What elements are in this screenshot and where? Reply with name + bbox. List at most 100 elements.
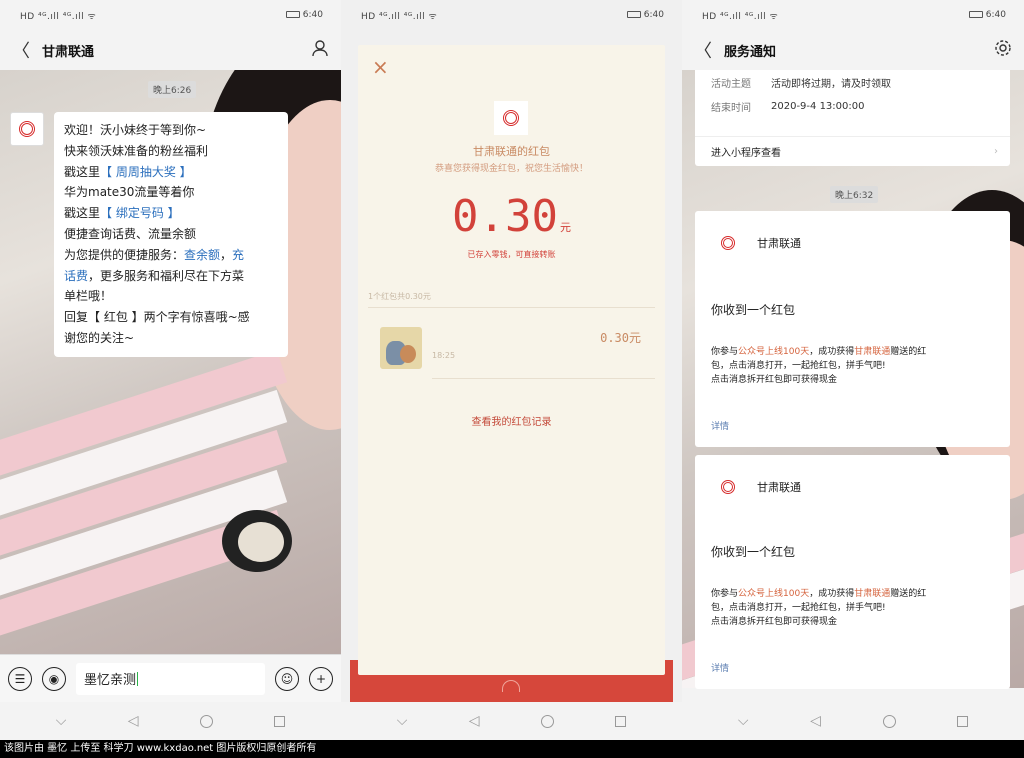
bind-number-link[interactable]: 【 绑定号码 】 [100,206,180,220]
packet-note: 已存入零钱，可直接转账 [467,250,556,259]
recents-icon[interactable] [615,715,627,727]
back-icon[interactable]: 〈 [694,37,712,63]
system-nav-bar: ⌵ ◁ [0,702,341,740]
signal-icons: HD ⁴ᴳ.ıll ⁴ᴳ.ıll ᯤ [20,11,97,22]
packet-amount: 0.30 元 [452,191,571,242]
recents-icon[interactable] [274,715,286,727]
notice-card-packet[interactable]: 甘肃联通 你收到一个红包 你参与公众号上线100天，成功获得甘肃联通赠送的红 包… [695,455,1010,689]
divider [368,307,655,308]
weekly-lottery-link[interactable]: 【 周周抽大奖 】 [100,165,192,179]
message-time: 晚上6:32 [830,186,879,203]
card-sender: 甘肃联通 [711,477,801,497]
status-time: 6:40 [626,10,664,20]
message-input[interactable]: 墨忆亲测 [76,662,265,695]
message-line: 话费，更多服务和福利尽在下方菜 [64,268,245,283]
chevron-down-icon[interactable]: ⌵ [56,713,67,729]
card-sender: 甘肃联通 [711,233,801,253]
china-unicom-logo [19,121,35,137]
row-amount: 0.30元 [600,331,641,345]
row-time: 18:25 [432,351,456,360]
china-unicom-logo [711,477,745,497]
packet-count: 1个红包共0.30元 [368,292,431,301]
battery-icon [626,11,641,18]
card-title: 你收到一个红包 [711,545,796,559]
recharge-link[interactable]: 充 [232,248,244,262]
person-icon[interactable] [311,39,329,61]
message-line: 便捷查询话费、流量余额 [64,226,197,241]
china-unicom-logo [494,101,528,135]
back-triangle-icon[interactable]: ◁ [128,713,139,729]
menu-list-icon[interactable]: ☰ [8,666,32,691]
emoji-icon[interactable]: ☺ [275,666,299,691]
back-triangle-icon[interactable]: ◁ [469,713,480,729]
battery-icon [968,11,983,18]
card-title: 你收到一个红包 [711,303,796,317]
close-icon[interactable]: × [372,55,389,79]
voice-icon[interactable]: ◉ [42,666,66,691]
red-packet-card: × 甘肃联通的红包 恭喜您获得现金红包，祝您生活愉快！ 0.30 元 已存入零钱，… [358,45,665,675]
home-icon[interactable] [882,714,896,728]
recents-icon[interactable] [957,715,969,727]
divider [432,378,655,379]
status-bar: HD ⁴ᴳ.ıll ⁴ᴳ.ıll ᯤ 6:40 [0,0,341,30]
chevron-right-icon: › [994,146,998,157]
status-bar: HD ⁴ᴳ.ıll ⁴ᴳ.ıll ᯤ 6:40 [341,0,682,30]
back-triangle-icon[interactable]: ◁ [810,713,821,729]
service-notice-screen: HD ⁴ᴳ.ıll ⁴ᴳ.ıll ᯤ 6:40 〈 服务通知 活动主题 活动即将过… [682,0,1024,740]
message-line: 戳这里【 绑定号码 】 [64,206,180,221]
signal-icons: HD ⁴ᴳ.ıll ⁴ᴳ.ıll ᯤ [702,11,779,22]
packet-subtitle: 恭喜您获得现金红包，祝您生活愉快！ [434,164,588,174]
check-balance-link[interactable]: 查余额 [184,248,220,262]
notice-title: 服务通知 [724,44,777,60]
message-bubble: 欢迎！沃小妹终于等到你~ 快来领沃妹准备的粉丝福利 戳这里【 周周抽大奖 】 华… [54,112,288,357]
message-line: 为您提供的便捷服务：查余额，充 [64,247,245,262]
china-unicom-logo [711,233,745,253]
photo-watch-face [238,522,284,562]
status-time: 6:40 [285,10,323,20]
message-line: 华为mate30流量等着你 [64,185,195,200]
recharge-link-cont[interactable]: 话费 [64,269,88,283]
notice-card-expiry[interactable]: 活动主题 活动即将过期，请及时领取 结束时间 2020-9-4 13:00:00 进… [695,70,1010,166]
details-link[interactable]: 详情 [711,661,729,674]
sender-avatar[interactable] [10,112,44,146]
notice-header: 〈 服务通知 [682,30,1024,70]
chevron-down-icon[interactable]: ⌵ [738,713,749,729]
chat-header: 〈 甘肃联通 [0,30,341,70]
plus-icon[interactable]: + [309,666,333,691]
chevron-down-icon[interactable]: ⌵ [397,713,408,729]
notice-card-packet[interactable]: 甘肃联通 你收到一个红包 你参与公众号上线100天，成功获得甘肃联通赠送的红 包… [695,211,1010,447]
home-icon[interactable] [540,714,554,728]
home-icon[interactable] [199,714,213,728]
red-packet-screen: HD ⁴ᴳ.ıll ⁴ᴳ.ıll ᯤ 6:40 × 甘肃联通的红包 恭喜您获得现… [341,0,682,740]
message-line: 戳这里【 周周抽大奖 】 [64,164,192,179]
message-line: 欢迎！沃小妹终于等到你~ [64,123,207,137]
system-nav-bar: ⌵ ◁ [682,702,1024,740]
watermark-caption: 该图片由 墨忆 上传至 科学刀 www.kxdao.net 图片版权归原创者所有 [0,740,1024,758]
details-link[interactable]: 详情 [711,419,729,432]
scallop-edge [358,660,665,670]
chat-screen: HD ⁴ᴳ.ıll ⁴ᴳ.ıll ᯤ 6:40 〈 甘肃联通 晚上6:26 欢迎… [0,0,341,740]
chat-input-bar: ☰ ◉ 墨忆亲测 ☺ + [0,654,341,702]
message-line: 回复【 红包 】两个字有惊喜哦~感 [64,310,250,325]
status-bar: HD ⁴ᴳ.ıll ⁴ᴳ.ıll ᯤ 6:40 [682,0,1024,30]
card-body: 你参与公众号上线100天，成功获得甘肃联通赠送的红 包，点击消息打开，一起抢红包… [711,347,927,385]
screenshot-stage: HD ⁴ᴳ.ıll ⁴ᴳ.ıll ᯤ 6:40 〈 甘肃联通 晚上6:26 欢迎… [0,0,1024,758]
chat-title: 甘肃联通 [42,44,95,60]
message-line: 单栏哦！ [64,289,113,304]
signal-icons: HD ⁴ᴳ.ıll ⁴ᴳ.ıll ᯤ [361,11,438,22]
message-line: 谢您的关注~ [64,330,135,345]
message-time: 晚上6:26 [148,81,197,98]
back-icon[interactable]: 〈 [12,37,30,63]
open-mini-program-link[interactable]: 进入小程序查看 › [695,136,1010,166]
battery-icon [285,11,300,18]
view-records-link[interactable]: 查看我的红包记录 [358,413,665,428]
system-nav-bar: ⌵ ◁ [341,702,682,740]
packet-footer-icon [502,680,520,692]
gear-icon[interactable] [994,39,1012,61]
end-time-row: 结束时间 2020-9-4 13:00:00 [711,100,865,114]
message-line: 快来领沃妹准备的粉丝福利 [64,143,209,158]
status-time: 6:40 [968,10,1006,20]
receiver-avatar [380,327,422,369]
card-body: 你参与公众号上线100天，成功获得甘肃联通赠送的红 包，点击消息打开，一起抢红包… [711,589,927,627]
theme-row: 活动主题 活动即将过期，请及时领取 [711,78,891,90]
